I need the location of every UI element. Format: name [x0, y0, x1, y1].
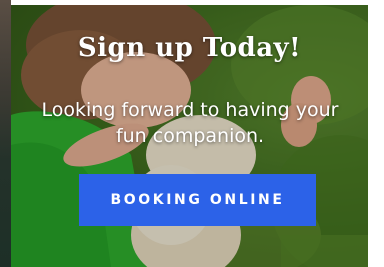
banner-title: Sign up Today! — [77, 33, 302, 63]
booking-online-button[interactable]: BOOKING ONLINE — [79, 174, 316, 226]
promo-banner: Sign up Today! Looking forward to having… — [0, 0, 384, 267]
previous-slide-edge — [0, 0, 11, 267]
banner-subtitle: Looking forward to having your fun compa… — [41, 99, 339, 147]
banner-margin — [368, 0, 384, 267]
